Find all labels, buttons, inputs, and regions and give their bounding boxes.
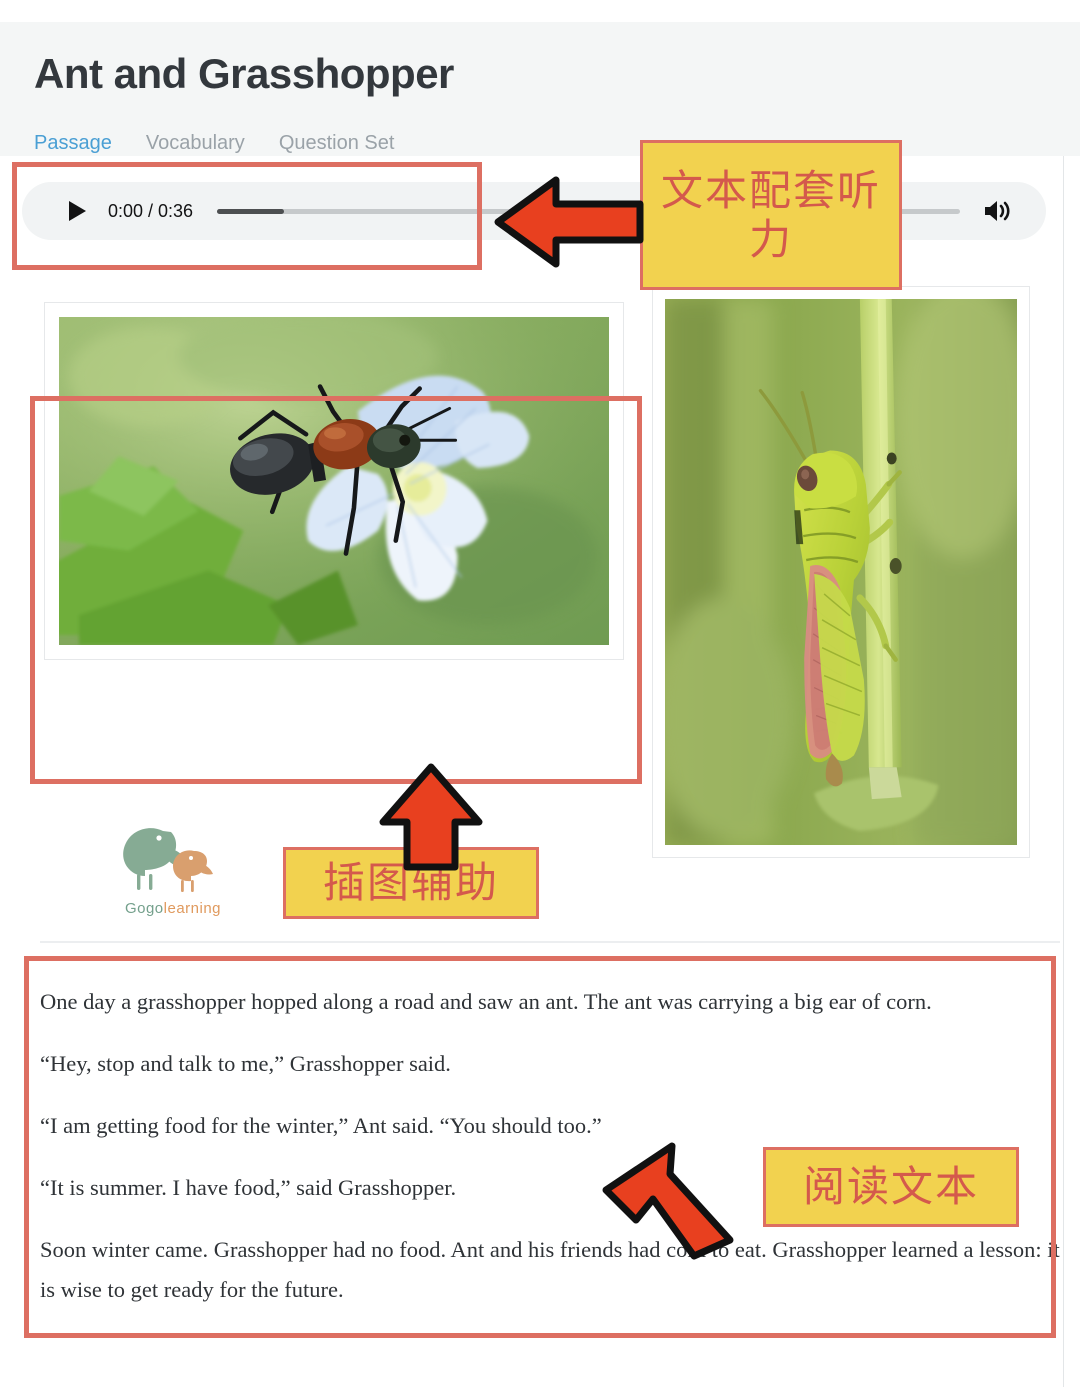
callout-listening: 文本配套听力 xyxy=(640,140,902,290)
audio-time-label: 0:00 / 0:36 xyxy=(108,200,194,221)
logo-wordmark: Gogolearning xyxy=(108,900,238,917)
gogolearning-logo: Gogolearning xyxy=(108,818,238,917)
passage-text: One day a grasshopper hopped along a roa… xyxy=(40,982,1062,1310)
passage-paragraph: One day a grasshopper hopped along a roa… xyxy=(40,989,932,1014)
callout-reading: 阅读文本 xyxy=(763,1147,1019,1227)
passage-paragraph: Soon winter came. Grasshopper had no foo… xyxy=(40,1237,1060,1302)
logo-text-gogo: Gogo xyxy=(124,900,164,917)
logo-text-learning: learning xyxy=(163,900,222,917)
two-birds-icon xyxy=(123,828,213,892)
page-title: Ant and Grasshopper xyxy=(34,50,454,97)
page-header: Ant and Grasshopper Passage Vocabulary Q… xyxy=(0,22,1080,167)
audio-progress-filled xyxy=(217,208,284,214)
passage-paragraph: “I am getting food for the winter,” Ant … xyxy=(40,1113,602,1138)
callout-illustration: 插图辅助 xyxy=(283,847,539,919)
ant-photo-frame xyxy=(44,302,624,660)
volume-speaker-icon[interactable] xyxy=(982,198,1012,224)
grasshopper-photo xyxy=(665,299,1017,845)
passage-paragraph: “Hey, stop and talk to me,” Grasshopper … xyxy=(40,1051,451,1076)
ant-photo xyxy=(59,317,609,645)
play-icon[interactable] xyxy=(60,194,94,228)
section-divider xyxy=(40,941,1060,943)
grasshopper-photo-frame xyxy=(652,286,1030,858)
